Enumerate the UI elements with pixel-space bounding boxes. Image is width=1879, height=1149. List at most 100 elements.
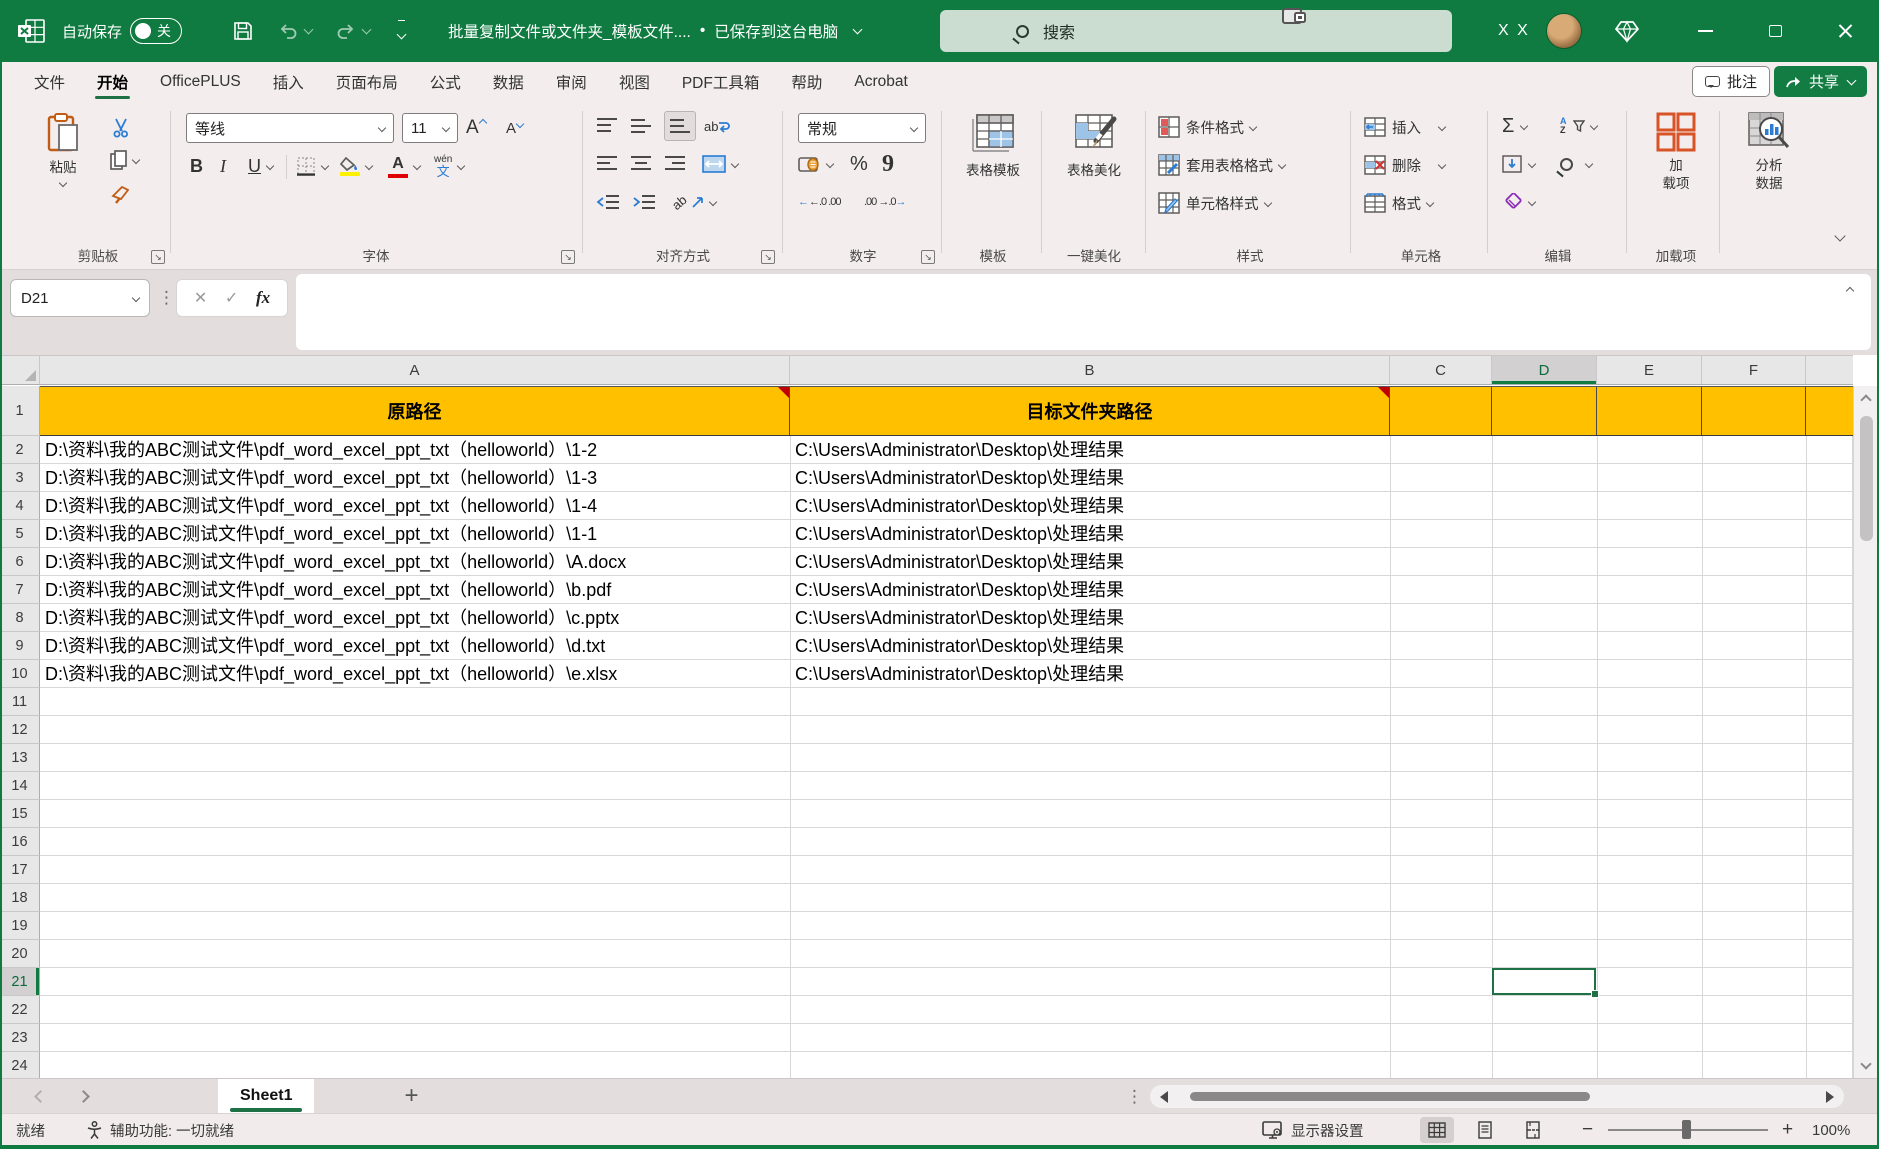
row-header-4[interactable]: 4 [0,492,40,520]
horizontal-scrollbar[interactable] [1150,1085,1844,1108]
cell-b9[interactable]: C:\Users\Administrator\Desktop\处理结果 [790,632,1390,660]
find-select-button[interactable] [1560,151,1592,177]
view-normal-button[interactable] [1420,1117,1454,1143]
scroll-down-icon[interactable] [1860,1058,1871,1069]
row-header-16[interactable]: 16 [0,828,40,856]
column-header-e[interactable]: E [1597,356,1702,384]
row-header-18[interactable]: 18 [0,884,40,912]
row-header-20[interactable]: 20 [0,940,40,968]
decrease-decimal-button[interactable]: .00 →.0→ [864,189,907,215]
cell-a9[interactable]: D:\资料\我的ABC测试文件\pdf_word_excel_ppt_txt（h… [40,632,790,660]
align-right-button[interactable] [664,151,686,177]
row-header-17[interactable]: 17 [0,856,40,884]
row-header-22[interactable]: 22 [0,996,40,1024]
cut-button[interactable] [106,115,136,141]
view-page-break-button[interactable] [1516,1117,1550,1143]
user-initials[interactable]: X X [1498,0,1530,62]
collapse-formula-bar-icon[interactable] [1846,287,1854,295]
cell-a7[interactable]: D:\资料\我的ABC测试文件\pdf_word_excel_ppt_txt（h… [40,576,790,604]
cell-b6[interactable]: C:\Users\Administrator\Desktop\处理结果 [790,548,1390,576]
enter-entry-button[interactable]: ✓ [225,288,238,308]
row-header-9[interactable]: 9 [0,632,40,660]
font-size-select[interactable]: 11 [402,113,458,143]
merge-center-button[interactable] [702,151,738,177]
formula-bar-drag-dots[interactable]: ⋮ [158,288,175,308]
vertical-scrollbar[interactable] [1853,386,1879,1078]
select-all-corner[interactable] [0,356,40,384]
tab-insert[interactable]: 插入 [257,62,320,101]
next-sheet-button[interactable] [77,1090,90,1103]
column-header-b[interactable]: B [790,356,1390,384]
tab-review[interactable]: 审阅 [540,62,603,101]
font-name-select[interactable]: 等线 [186,113,394,143]
cell-a10[interactable]: D:\资料\我的ABC测试文件\pdf_word_excel_ppt_txt（h… [40,660,790,688]
cell-f1[interactable] [1702,387,1806,435]
row-header-23[interactable]: 23 [0,1024,40,1052]
cell-b4[interactable]: C:\Users\Administrator\Desktop\处理结果 [790,492,1390,520]
undo-menu-chevron-icon[interactable] [304,25,314,35]
font-dialog-launcher[interactable]: ↘ [561,250,575,264]
tab-acrobat[interactable]: Acrobat [838,62,923,101]
cell-a5[interactable]: D:\资料\我的ABC测试文件\pdf_word_excel_ppt_txt（h… [40,520,790,548]
underline-button[interactable]: U [248,153,273,179]
cell-b8[interactable]: C:\Users\Administrator\Desktop\处理结果 [790,604,1390,632]
cell-a3[interactable]: D:\资料\我的ABC测试文件\pdf_word_excel_ppt_txt（h… [40,464,790,492]
column-header-c[interactable]: C [1390,356,1492,384]
cell-a6[interactable]: D:\资料\我的ABC测试文件\pdf_word_excel_ppt_txt（h… [40,548,790,576]
minimize-button[interactable] [1682,0,1728,62]
conditional-formatting-button[interactable]: 条件格式 [1158,113,1256,141]
cell-b5[interactable]: C:\Users\Administrator\Desktop\处理结果 [790,520,1390,548]
row-header-12[interactable]: 12 [0,716,40,744]
title-chevron-icon[interactable] [853,25,863,35]
clipboard-dialog-launcher[interactable]: ↘ [151,250,165,264]
column-header-partial[interactable] [1806,356,1852,384]
align-left-button[interactable] [596,151,618,177]
screen-share-icon[interactable] [1282,6,1308,28]
grow-font-button[interactable]: A [466,115,486,141]
clear-button[interactable] [1502,189,1535,215]
tab-help[interactable]: 帮助 [775,62,838,101]
search-input[interactable]: 搜索 [940,10,1452,52]
premium-diamond-icon[interactable] [1614,0,1640,62]
copy-button[interactable] [102,147,146,173]
undo-button[interactable] [278,0,312,62]
name-box[interactable]: D21 [10,279,150,317]
autosave-control[interactable]: 自动保存 关 [62,0,182,62]
cell-b10[interactable]: C:\Users\Administrator\Desktop\处理结果 [790,660,1390,688]
view-page-layout-button[interactable] [1468,1117,1502,1143]
cell-b1[interactable]: 目标文件夹路径 [790,387,1390,435]
cell-a8[interactable]: D:\资料\我的ABC测试文件\pdf_word_excel_ppt_txt（h… [40,604,790,632]
fill-color-button[interactable] [340,153,372,179]
save-button[interactable] [232,0,254,62]
tab-bar-options-dots[interactable]: ⋮ [1126,1087,1143,1107]
insert-function-button[interactable]: fx [256,288,270,308]
cell-a1[interactable]: 原路径 [40,387,790,435]
selected-cell-d21[interactable] [1492,968,1596,995]
borders-button[interactable] [296,153,328,179]
prev-sheet-button[interactable] [34,1090,47,1103]
share-button[interactable]: 共享 [1774,66,1867,97]
tab-page-layout[interactable]: 页面布局 [320,62,414,101]
row-header-1[interactable]: 1 [0,386,40,436]
quick-access-more-button[interactable] [398,0,405,62]
row-header-2[interactable]: 2 [0,436,40,464]
orientation-button[interactable]: ab [672,189,716,215]
cell-d1[interactable] [1492,387,1597,435]
vertical-scroll-thumb[interactable] [1860,416,1873,541]
format-painter-button[interactable] [106,181,136,207]
document-title[interactable]: 批量复制文件或文件夹_模板文件.... • 已保存到这台电脑 [448,0,861,62]
italic-button[interactable]: I [220,153,226,179]
number-dialog-launcher[interactable]: ↘ [921,250,935,264]
row-header-11[interactable]: 11 [0,688,40,716]
increase-decimal-button[interactable]: ←←.0 .00 [798,189,841,215]
redo-menu-chevron-icon[interactable] [362,25,372,35]
zoom-level[interactable]: 100% [1812,1114,1850,1146]
table-template-button[interactable]: 表格模板 [950,111,1036,179]
tab-officeplus[interactable]: OfficePLUS [144,62,257,101]
zoom-slider-handle[interactable] [1682,1120,1691,1139]
cell-b7[interactable]: C:\Users\Administrator\Desktop\处理结果 [790,576,1390,604]
column-header-d[interactable]: D [1492,356,1597,384]
analyze-data-button[interactable]: 分析数据 [1734,111,1804,192]
addins-button[interactable]: 加载项 [1641,111,1711,192]
tab-pdf-toolbox[interactable]: PDF工具箱 [666,62,776,101]
